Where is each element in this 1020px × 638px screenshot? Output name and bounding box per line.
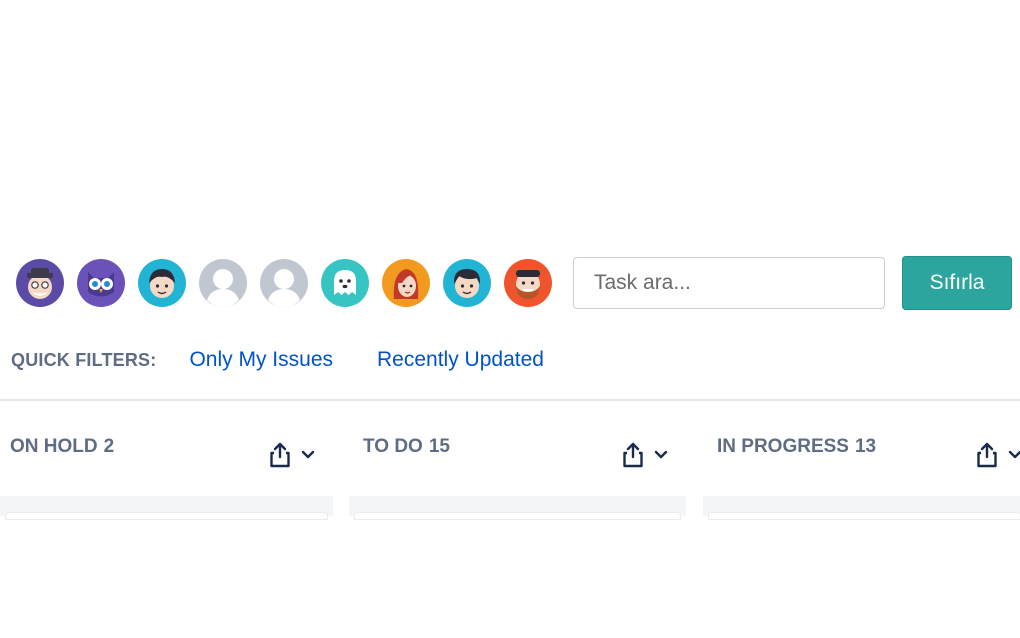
share-icon[interactable]	[269, 442, 291, 468]
column-issue-count: 2	[103, 436, 115, 457]
column-title: TO DO 15	[363, 436, 450, 458]
chevron-down-icon[interactable]	[301, 450, 315, 460]
column-issue-count: 13	[854, 436, 877, 457]
avatar-sheriff[interactable]	[16, 259, 64, 307]
avatar-man[interactable]	[443, 259, 491, 307]
issue-card[interactable]	[6, 513, 327, 519]
issue-card[interactable]	[355, 513, 680, 519]
column-title-text: TO DO	[363, 436, 423, 457]
issue-card[interactable]	[709, 513, 1020, 519]
column-actions	[976, 442, 1020, 468]
board-page: Sıfırla QUICK FILTERS: Only My Issues Re…	[0, 0, 1020, 638]
reset-button[interactable]: Sıfırla	[902, 256, 1012, 310]
column-body	[703, 496, 1020, 519]
assignee-avatars	[16, 259, 565, 307]
column-header: TO DO 15	[349, 402, 687, 496]
avatar-default[interactable]	[199, 259, 247, 307]
column-body	[349, 496, 686, 519]
column-header: ON HOLD 2	[0, 402, 338, 496]
column-issue-count: 15	[428, 436, 450, 457]
chevron-down-icon[interactable]	[654, 450, 668, 460]
avatar-owl[interactable]	[77, 259, 125, 307]
share-icon[interactable]	[622, 442, 644, 468]
task-search-input[interactable]	[573, 257, 885, 309]
column-on-hold: ON HOLD 2	[0, 402, 338, 638]
header-divider	[0, 399, 1020, 401]
filter-recently-updated[interactable]: Recently Updated	[377, 348, 544, 372]
column-title: IN PROGRESS 13	[717, 436, 876, 458]
avatar-redhead[interactable]	[382, 259, 430, 307]
column-title-text: ON HOLD	[10, 436, 98, 457]
quick-filters: QUICK FILTERS: Only My Issues Recently U…	[11, 343, 544, 377]
board-toolbar: Sıfırla	[16, 255, 1012, 311]
column-actions	[622, 442, 668, 468]
avatar-default[interactable]	[260, 259, 308, 307]
filter-only-my-issues[interactable]: Only My Issues	[189, 348, 333, 372]
avatar-ghost[interactable]	[321, 259, 369, 307]
chevron-down-icon[interactable]	[1008, 450, 1020, 460]
column-title-text: IN PROGRESS	[717, 436, 849, 457]
quick-filters-label: QUICK FILTERS:	[11, 349, 157, 370]
column-to-do: TO DO 15	[349, 402, 687, 638]
column-title: ON HOLD 2	[10, 436, 114, 458]
column-header: IN PROGRESS 13	[703, 402, 1020, 496]
share-icon[interactable]	[976, 442, 998, 468]
column-actions	[269, 442, 315, 468]
column-body	[0, 496, 333, 519]
avatar-beard[interactable]	[504, 259, 552, 307]
column-in-progress: IN PROGRESS 13	[703, 402, 1020, 638]
avatar-boy[interactable]	[138, 259, 186, 307]
